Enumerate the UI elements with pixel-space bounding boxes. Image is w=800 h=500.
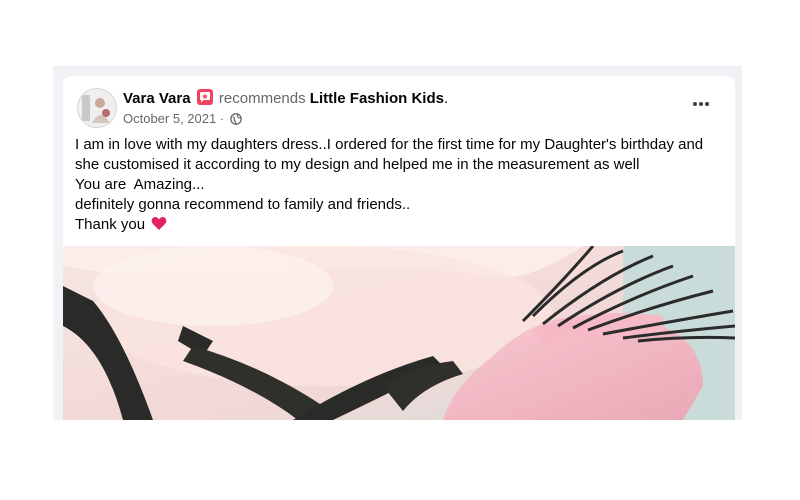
post-date[interactable]: October 5, 2021 ·: [123, 111, 224, 126]
post-body-line: Thank you: [75, 216, 146, 233]
page-name-link[interactable]: Little Fashion Kids: [310, 90, 444, 107]
post-subline: October 5, 2021 ·: [123, 110, 448, 130]
post-header: Vara Vara recommends Little Fashion Kids…: [77, 88, 723, 130]
post-body-line: she customised it according to my design…: [75, 156, 640, 173]
post-body-line: I am in love with my daughters dress..I …: [75, 136, 704, 153]
post-body-line: definitely gonna recommend to family and…: [75, 196, 411, 213]
red-heart-icon: [151, 216, 167, 237]
post-body: I am in love with my daughters dress..I …: [75, 135, 715, 237]
post-meta: Vara Vara recommends Little Fashion Kids…: [123, 89, 448, 130]
avatar[interactable]: [77, 88, 117, 128]
recommends-label: recommends: [218, 90, 306, 107]
post-headline: Vara Vara recommends Little Fashion Kids…: [123, 89, 448, 109]
more-options-icon[interactable]: [687, 96, 715, 116]
post-body-line: You are Amazing...: [75, 176, 205, 193]
author-name[interactable]: Vara Vara: [123, 90, 191, 107]
post-photo[interactable]: [63, 246, 735, 420]
post-card: Vara Vara recommends Little Fashion Kids…: [63, 76, 735, 420]
headline-period: .: [443, 90, 449, 107]
globe-icon[interactable]: [229, 112, 242, 130]
recommendation-badge-icon: [196, 89, 213, 105]
post-body-last-line: Thank you: [75, 215, 715, 237]
